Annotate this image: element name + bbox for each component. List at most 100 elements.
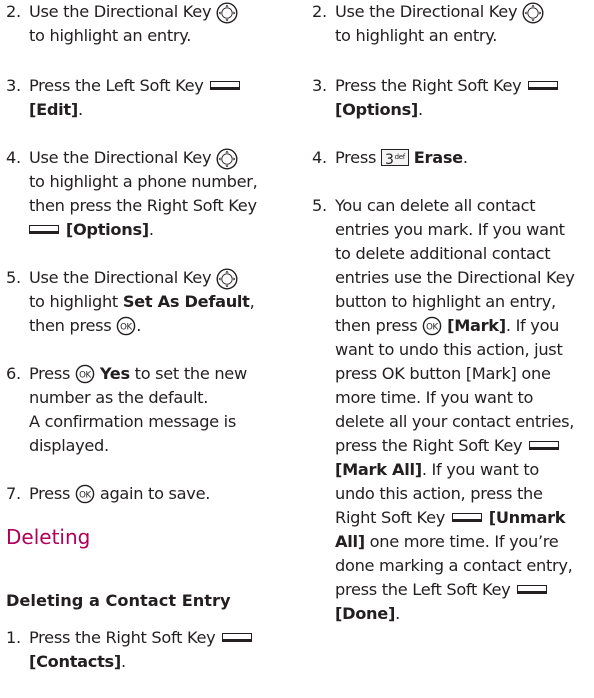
step-text: button to highlight an entry, [335,292,556,311]
step-text: then press [335,316,418,335]
step-text: press the Left Soft Key [335,580,511,599]
step-number: 5. [312,196,327,215]
punctuation: , [249,292,255,311]
step-text: to highlight an entry. [29,26,192,45]
step-number: 3. [312,76,327,95]
list-item: 7. Press again to save. [6,482,210,506]
step-text: undo this action, press the [335,484,543,503]
step-text: want to undo this action, just [335,340,563,359]
key-letters: def [394,153,406,161]
step-number: 3. [6,76,21,95]
ok-key-icon [422,316,442,336]
step-text: then press [29,316,112,335]
list-item: 6. Press Yes to set the new number as th… [6,362,247,458]
menu-label-erase: Erase [413,148,463,167]
left-soft-key-icon [517,585,548,594]
step-text: Use the Directional Key [335,2,518,21]
punctuation: . [136,316,142,335]
step-text: more time. If you want to [335,388,534,407]
punctuation: . [395,604,400,623]
list-item: 2. Use the Directional Key to highlight … [312,0,544,48]
ok-key-icon [75,364,95,384]
step-text: Press the Right Soft Key [335,76,522,95]
step-number: 4. [312,148,327,167]
step-text: Press the Left Soft Key [29,76,204,95]
step-text: to set the new [134,364,248,383]
step-text: A confirmation message is [29,412,237,431]
step-number: 6. [6,364,21,383]
step-text: number as the default. [29,388,209,407]
directional-key-icon [216,268,238,290]
step-text: . If you [505,316,560,335]
menu-label-set-as-default: Set As Default [122,292,250,311]
step-text: displayed. [29,436,109,455]
step-text: Use the Directional Key [29,148,212,167]
step-text: again to save. [99,484,211,503]
manual-page: 2. Use the Directional Key to highlight … [0,0,594,698]
right-soft-key-icon [528,81,559,90]
menu-label-yes: Yes [99,364,130,383]
list-item: 3. Press the Left Soft Key [Edit]. [6,74,242,122]
list-item: 5. You can delete all contact entries yo… [312,194,594,626]
section-heading: Deleting [6,525,91,549]
right-soft-key-icon [529,441,560,450]
ok-key-icon [75,484,95,504]
step-text: delete all your contact entries, [335,412,575,431]
list-item: 4. Press 3def Erase. [312,146,468,170]
step-text: Use the Directional Key [29,268,212,287]
menu-label-edit: [Edit] [29,100,78,119]
list-item: 1. Press the Right Soft Key [Contacts]. [6,626,254,674]
menu-label-mark-all: [Mark All] [335,460,422,479]
keypad-3-icon: 3def [380,149,409,168]
list-item: 4. Use the Directional Key to highlight … [6,146,288,242]
right-soft-key-icon [222,633,253,642]
step-text: then press the Right Soft Key [29,196,257,215]
step-number: 2. [6,2,21,21]
step-number: 7. [6,484,21,503]
step-text: entries you mark. If you want [335,220,565,239]
menu-label-contacts: [Contacts] [29,652,121,671]
step-text: Press the Right Soft Key [29,628,216,647]
key-digit: 3 [384,152,394,168]
step-text: press the Right Soft Key [335,436,523,455]
step-text: . If you want to [421,460,540,479]
step-number: 4. [6,148,21,167]
step-number: 1. [6,628,21,647]
left-soft-key-icon [210,81,241,90]
punctuation: . [120,652,126,671]
list-item: 5. Use the Directional Key to highlight … [6,266,255,338]
step-text: entries use the Directional Key [335,268,575,287]
step-text: Press [29,364,71,383]
directional-key-icon [522,2,544,24]
right-soft-key-icon [451,513,482,522]
menu-label-options: [Options] [65,220,149,239]
directional-key-icon [216,148,238,170]
step-text: one more time. If you’re [364,532,559,551]
step-text: You can delete all contact [335,196,536,215]
list-item: 2. Use the Directional Key to highlight … [6,0,288,48]
subsection-heading: Deleting a Contact Entry [6,591,231,610]
menu-label-mark: [Mark] [447,316,506,335]
menu-label-unmark-all: [Unmark [488,508,566,527]
step-text: press OK button [Mark] one [335,364,551,383]
step-text: to highlight an entry. [335,26,498,45]
step-text: done marking a contact entry, [335,556,573,575]
step-text: Use the Directional Key [29,2,212,21]
left-column: 2. Use the Directional Key to highlight … [6,0,288,671]
menu-label-done: [Done] [335,604,396,623]
list-item: 3. Press the Right Soft Key [Options]. [312,74,560,122]
step-number: 2. [312,2,327,21]
ok-key-icon [116,316,136,336]
step-text: to delete additional contact [335,244,551,263]
punctuation: . [462,148,468,167]
right-soft-key-icon [29,225,59,234]
step-text: Press [335,148,377,167]
punctuation: . [77,100,83,119]
menu-label-options: [Options] [335,100,419,119]
step-number: 5. [6,268,21,287]
menu-label-unmark-all-tail: All] [335,532,365,551]
step-text: Right Soft Key [335,508,446,527]
step-text: to highlight [29,292,123,311]
punctuation: . [148,220,154,239]
step-text: to highlight a phone number, [29,172,258,191]
